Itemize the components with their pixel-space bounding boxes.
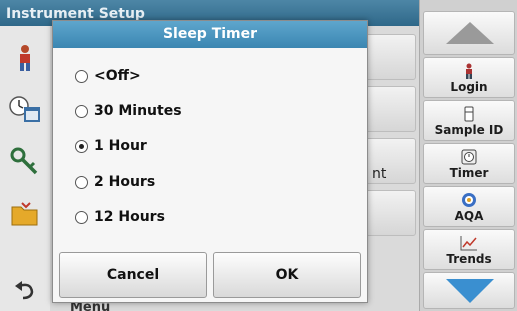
dialog-title: Sleep Timer xyxy=(53,21,367,48)
sleep-timer-dialog: Sleep Timer <Off> 30 Minutes 1 Hour 2 Ho… xyxy=(52,20,368,303)
radio-button[interactable] xyxy=(75,104,88,118)
trends-button[interactable]: Trends xyxy=(423,229,515,270)
sample-vial-icon xyxy=(463,105,475,123)
option-label: 2 Hours xyxy=(94,174,156,190)
setup-row-3-label: nt xyxy=(372,166,387,182)
arrow-up-icon xyxy=(446,22,494,44)
option-12-hours[interactable]: 12 Hours xyxy=(75,209,165,225)
aqa-button[interactable]: AQA xyxy=(423,186,515,227)
option-label: 1 Hour xyxy=(94,138,147,154)
arrow-down-icon xyxy=(446,279,494,303)
back-icon[interactable] xyxy=(2,266,48,311)
timer-icon xyxy=(461,148,477,166)
key-icon[interactable] xyxy=(2,138,48,186)
scroll-down-button[interactable] xyxy=(423,272,515,309)
timer-label: Timer xyxy=(449,166,489,180)
aqa-icon xyxy=(461,191,477,209)
trend-chart-icon xyxy=(460,234,478,252)
clock-calendar-icon[interactable] xyxy=(2,86,48,134)
scroll-up-button[interactable] xyxy=(423,11,515,55)
option-2-hours[interactable]: 2 Hours xyxy=(75,174,155,190)
aqa-label: AQA xyxy=(454,209,484,223)
option-30-minutes[interactable]: 30 Minutes xyxy=(75,103,182,119)
person-icon xyxy=(464,62,474,80)
radio-button[interactable] xyxy=(75,69,88,83)
cancel-button[interactable]: Cancel xyxy=(59,252,207,298)
ok-button[interactable]: OK xyxy=(213,252,361,298)
trends-label: Trends xyxy=(446,252,492,266)
login-button[interactable]: Login xyxy=(423,57,515,98)
option-label: <Off> xyxy=(94,68,141,84)
radio-button-selected[interactable] xyxy=(75,139,88,153)
option-1-hour[interactable]: 1 Hour xyxy=(75,138,147,154)
radio-button[interactable] xyxy=(75,210,88,224)
option-off[interactable]: <Off> xyxy=(75,68,141,84)
operator-icon[interactable] xyxy=(2,34,48,82)
sample-id-button[interactable]: Sample ID xyxy=(423,100,515,141)
option-label: 30 Minutes xyxy=(94,103,182,119)
option-label: 12 Hours xyxy=(94,209,165,225)
left-toolbar xyxy=(0,26,50,311)
radio-button[interactable] xyxy=(75,175,88,189)
login-label: Login xyxy=(450,80,488,94)
folder-icon[interactable] xyxy=(2,190,48,238)
timer-button[interactable]: Timer xyxy=(423,143,515,184)
sample-id-label: Sample ID xyxy=(434,123,504,137)
